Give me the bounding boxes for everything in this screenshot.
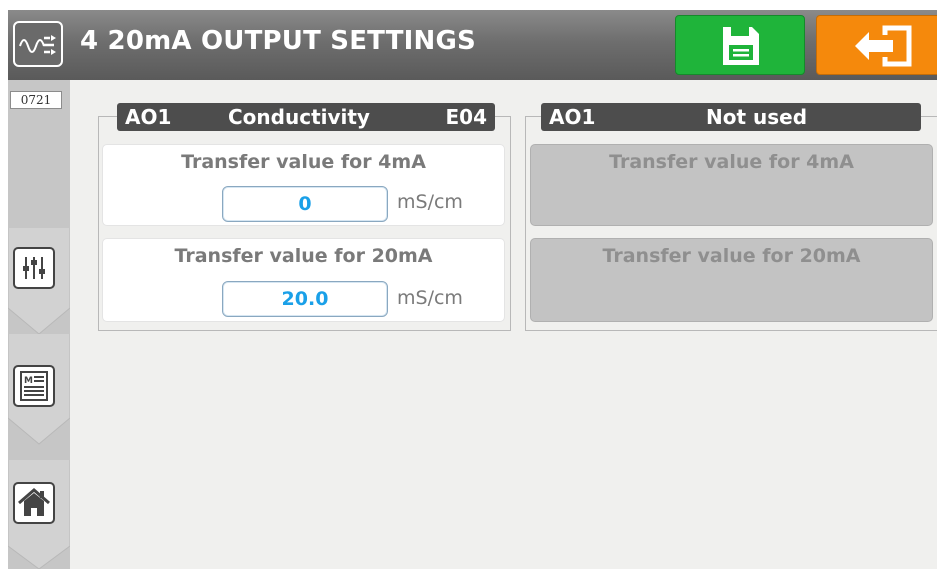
channel-label: AO1	[125, 105, 172, 129]
sliders-button[interactable]	[13, 247, 55, 289]
field-label: Transfer value for 20mA	[174, 245, 433, 267]
unit-label: mS/cm	[397, 191, 463, 213]
panel-header: AO1 Conductivity E04	[117, 103, 495, 131]
exit-arrow-icon	[855, 25, 912, 67]
title-bar: 4 20mA OUTPUT SETTINGS	[8, 10, 937, 80]
home-button[interactable]	[13, 482, 55, 524]
save-button[interactable]	[675, 15, 805, 75]
exit-button[interactable]	[816, 15, 937, 75]
transfer-20ma-field-disabled: Transfer value for 20mA	[530, 238, 933, 322]
assignment-label: Conductivity	[228, 105, 370, 129]
page-title: 4 20mA OUTPUT SETTINGS	[80, 26, 476, 56]
home-icon	[18, 488, 50, 516]
menu-button[interactable]: M	[13, 365, 55, 407]
channel-label: AO1	[549, 105, 596, 129]
floppy-disk-icon	[723, 27, 759, 65]
output-panel-ao1-conductivity: AO1 Conductivity E04 Transfer value for …	[98, 103, 511, 331]
transfer-4ma-field-disabled: Transfer value for 4mA	[530, 144, 933, 226]
output-panel-ao1-not-used: AO1 Not used Transfer value for 4mA Tran…	[525, 103, 937, 331]
field-label: Transfer value for 20mA	[602, 245, 861, 267]
field-label: Transfer value for 4mA	[609, 151, 854, 173]
menu-list-icon: M	[20, 371, 48, 401]
panel-header: AO1 Not used	[541, 103, 921, 131]
transfer-20ma-input[interactable]: 20.0	[222, 281, 388, 317]
transfer-4ma-input[interactable]: 0	[222, 186, 388, 222]
sliders-icon	[23, 257, 45, 279]
field-label: Transfer value for 4mA	[181, 151, 426, 173]
waveform-settings-icon[interactable]	[13, 21, 63, 67]
error-code-label: E04	[445, 105, 488, 129]
transfer-4ma-field: Transfer value for 4mA 0 mS/cm	[102, 144, 505, 226]
transfer-20ma-field: Transfer value for 20mA 20.0 mS/cm	[102, 238, 505, 322]
assignment-label: Not used	[706, 105, 808, 129]
unit-label: mS/cm	[397, 287, 463, 309]
app-window: 4 20mA OUTPUT SETTINGS 0721 M AO1 Conduc…	[8, 10, 937, 569]
svg-text:M: M	[24, 376, 33, 386]
sidebar: 0721 M	[8, 80, 70, 569]
